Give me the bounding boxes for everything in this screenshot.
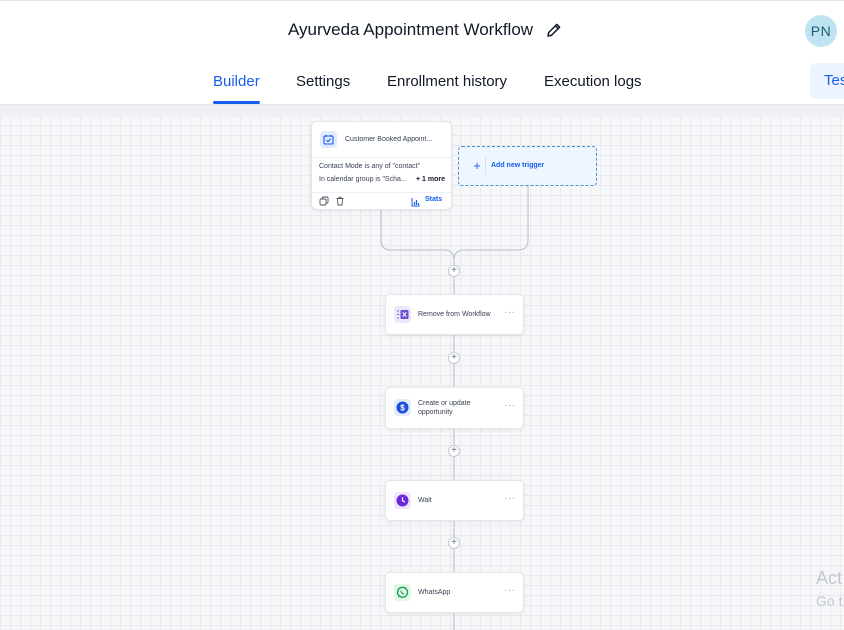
add-trigger-label: Add new trigger [491, 162, 545, 169]
add-step-plus-icon[interactable]: + [448, 445, 460, 457]
more-conditions-link[interactable]: + 1 more [416, 176, 445, 183]
add-step-plus-icon[interactable]: + [448, 265, 460, 277]
activation-watermark-title: Act [816, 568, 843, 588]
action-menu-icon[interactable]: ··· [504, 493, 516, 504]
plus-icon: + [469, 157, 486, 175]
action-label: WhatsApp [418, 589, 451, 596]
action-whatsapp[interactable]: WhatsApp ··· [385, 572, 524, 613]
stats-link[interactable]: Stats [425, 196, 442, 203]
trigger-title: Customer Booked Appoint... [345, 136, 433, 143]
activation-watermark-subtitle: Go t [816, 593, 843, 609]
copy-icon[interactable] [319, 196, 329, 206]
action-menu-icon[interactable]: ··· [504, 307, 516, 318]
bar-chart-icon[interactable] [411, 197, 421, 207]
action-label: Remove from Workflow [418, 311, 491, 318]
trigger-condition-1: Contact Mode is any of "contact" [319, 163, 421, 170]
trigger-card[interactable]: Customer Booked Appoint... Contact Mode … [311, 121, 452, 210]
trash-icon[interactable] [335, 196, 345, 206]
add-new-trigger-button[interactable]: + Add new trigger [458, 146, 597, 186]
action-remove-from-workflow[interactable]: Remove from Workflow ··· [385, 294, 524, 335]
trigger-condition-2: In calendar group is "Scha... [319, 176, 407, 183]
action-wait[interactable]: Wait ··· [385, 480, 524, 521]
add-step-plus-icon[interactable]: + [448, 352, 460, 364]
action-menu-icon[interactable]: ··· [504, 585, 516, 596]
dollar-icon: $ [394, 399, 411, 416]
action-create-update-opportunity[interactable]: $ Create or update opportunity ··· [385, 387, 524, 429]
whatsapp-icon [394, 584, 411, 601]
remove-workflow-icon [394, 306, 411, 323]
calendar-check-icon [320, 131, 337, 148]
action-label: Wait [418, 497, 432, 504]
action-menu-icon[interactable]: ··· [504, 400, 516, 411]
clock-icon [394, 492, 411, 509]
trigger-footer: Stats [312, 192, 451, 210]
add-step-plus-icon[interactable]: + [448, 537, 460, 549]
trigger-header: Customer Booked Appoint... [312, 122, 451, 158]
action-label: Create or update opportunity [418, 400, 471, 416]
svg-text:$: $ [400, 403, 405, 412]
